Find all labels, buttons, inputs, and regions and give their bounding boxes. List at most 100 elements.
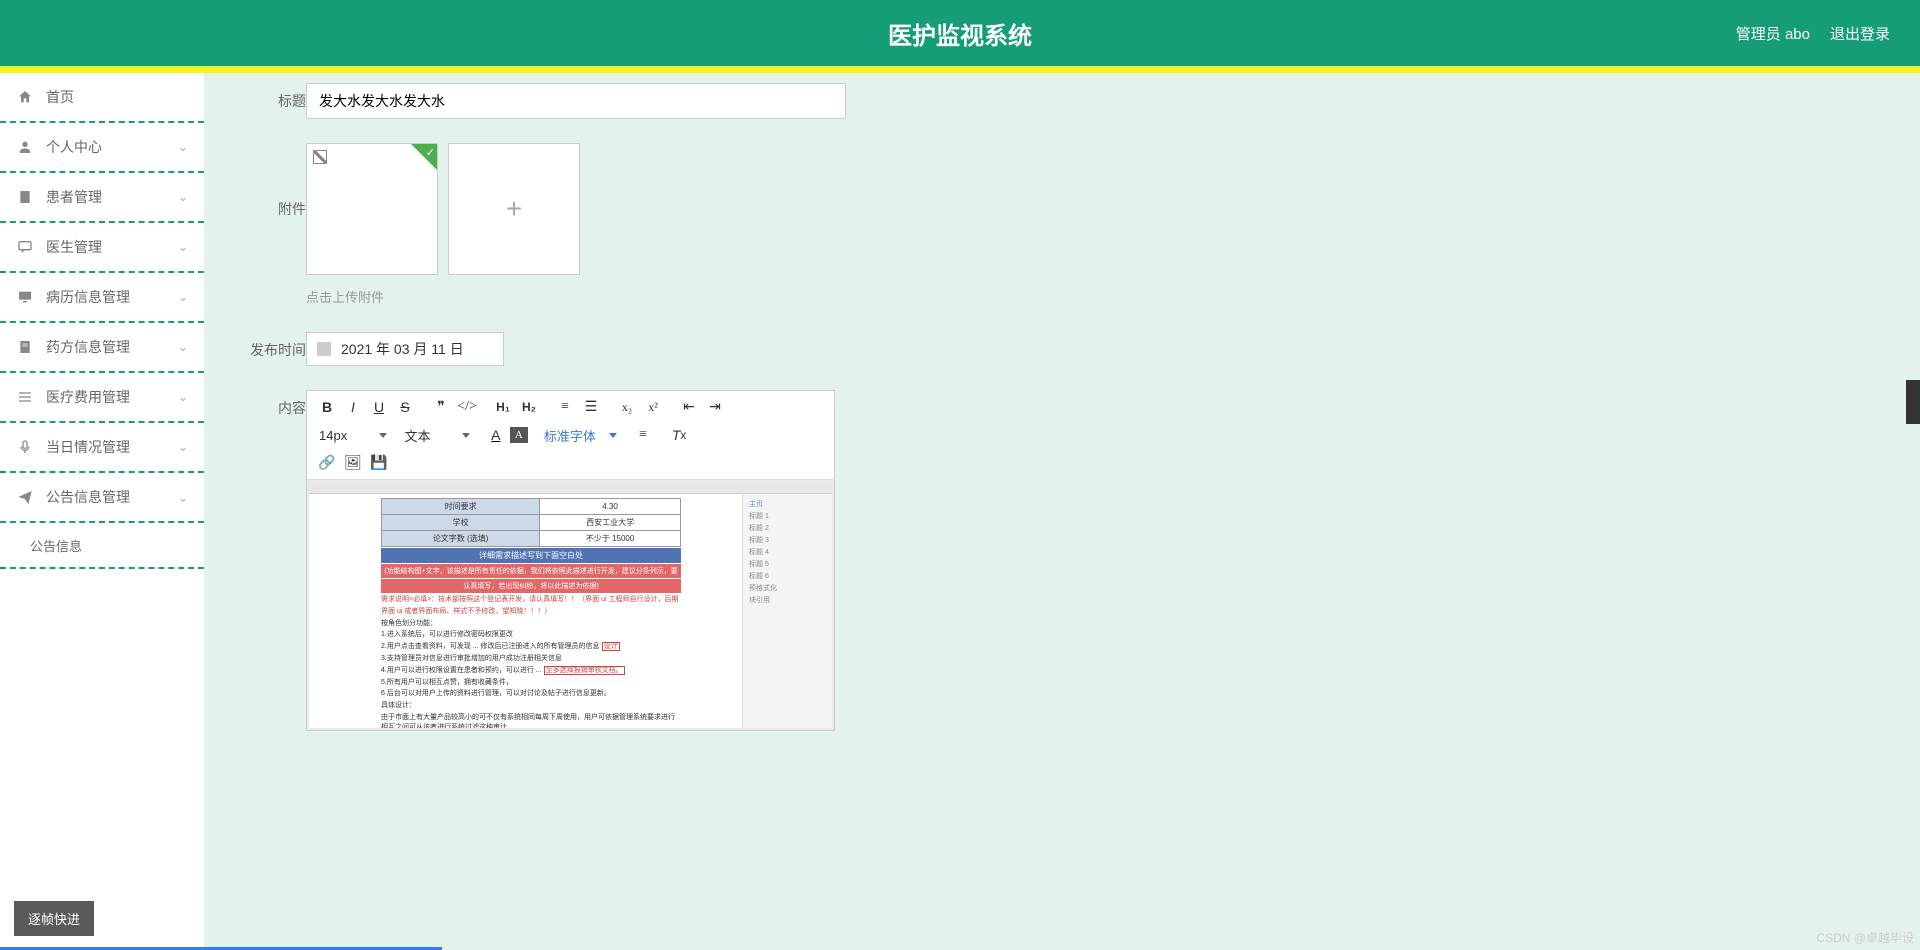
date-value: 2021 年 03 月 11 日: [341, 339, 464, 359]
nav-label: 当日情况管理: [46, 437, 178, 457]
font-family-select[interactable]: 标准字体: [540, 424, 619, 446]
italic-button[interactable]: I: [341, 395, 365, 419]
content-label: 内容: [244, 390, 306, 418]
editor-content[interactable]: 时间要求4.30 学校西安工业大学 论文字数 (选填)不少于 15000 详细需…: [307, 480, 834, 730]
doc-heading-red2: 认真填写，若出现纠纷，将以此描述为依据): [381, 579, 681, 593]
nav-label: 个人中心: [46, 137, 178, 157]
editor-toolbar: B I U S ❞ </> H₁ H₂ ≡ ☰ x₂ x²: [307, 391, 834, 480]
link-button[interactable]: 🔗: [315, 451, 339, 475]
subscript-button[interactable]: x₂: [615, 395, 639, 419]
attach-hint: 点击上传附件: [306, 287, 1880, 306]
unordered-list-button[interactable]: ☰: [579, 395, 603, 419]
font-size-select[interactable]: 14px: [315, 424, 389, 446]
logout-link[interactable]: 退出登录: [1830, 23, 1890, 44]
nav-label: 首页: [46, 87, 188, 107]
clear-format-button[interactable]: Tx: [667, 423, 691, 447]
nav-home[interactable]: 首页: [0, 73, 204, 123]
doc-bullet: 6.后台可以对用户上传的资料进行管理，可以对讨论及帖子进行信息更新。: [381, 689, 681, 699]
doc-table: 时间要求4.30 学校西安工业大学 论文字数 (选填)不少于 15000: [381, 498, 681, 547]
text-style-select[interactable]: 文本: [401, 424, 472, 446]
date-label: 发布时间: [244, 332, 306, 360]
doc-ruler: [309, 482, 832, 494]
form-row-content: 内容 B I U S ❞ </> H₁ H₂ ≡ ☰ x₂: [244, 390, 1880, 731]
sub-item-label: 公告信息: [30, 536, 82, 555]
superscript-button[interactable]: x²: [641, 395, 665, 419]
underline-button[interactable]: U: [367, 395, 391, 419]
feedback-tab[interactable]: [1906, 380, 1920, 424]
chevron-down-icon: ⌄: [178, 290, 188, 304]
check-icon: ✓: [426, 146, 435, 159]
doc-bullet: 3.支持管理员对信息进行审批增加的用户成功注册相关信息: [381, 654, 681, 664]
sub-announcement-info[interactable]: 公告信息: [0, 523, 204, 569]
nav-announcement[interactable]: 公告信息管理 ⌃: [0, 473, 204, 523]
frame-step-button[interactable]: 逐帧快进: [14, 901, 94, 936]
bg-color-button[interactable]: A: [510, 427, 528, 443]
admin-label[interactable]: 管理员 abo: [1736, 23, 1810, 44]
doc-bullet: 1.进入系统后，可以进行修改密码权限更改: [381, 630, 681, 640]
home-icon: [16, 88, 34, 106]
doc-para: 由于市面上有大量产品较高小的可不仅有系统相同每周下周使用，用户可依据管理系统要求…: [381, 713, 681, 728]
ordered-list-button[interactable]: ≡: [553, 395, 577, 419]
nav-doctor[interactable]: 医生管理 ⌄: [0, 223, 204, 273]
h2-button[interactable]: H₂: [517, 395, 541, 419]
doc-red-text2: 界面 ui 或者界面布局、样式不予修改，望知晓！！！）: [381, 607, 681, 617]
doc-heading-red: (功能结构图+文字，该描述是所有责任的依据，我们将依照此描述进行开发，建议分条列…: [381, 564, 681, 578]
title-input[interactable]: [306, 83, 846, 119]
sidebar: 首页 个人中心 ⌄ 患者管理 ⌄ 医生管理 ⌄ 病历信息管理 ⌄ 药方信息管理 …: [0, 73, 204, 950]
chevron-down-icon: ⌄: [178, 140, 188, 154]
chevron-up-icon: ⌃: [178, 490, 188, 504]
nav-fees[interactable]: 医疗费用管理 ⌄: [0, 373, 204, 423]
person-icon: [16, 138, 34, 156]
add-attachment-button[interactable]: +: [448, 143, 580, 275]
outdent-button[interactable]: ⇤: [677, 395, 701, 419]
monitor-icon: [16, 288, 34, 306]
watermark: CSDN @卓越毕设: [1816, 929, 1914, 946]
send-icon: [16, 488, 34, 506]
embedded-doc: 时间要求4.30 学校西安工业大学 论文字数 (选填)不少于 15000 详细需…: [309, 482, 832, 728]
h1-button[interactable]: H₁: [491, 395, 515, 419]
chevron-down-icon: ⌄: [178, 390, 188, 404]
text-color-button[interactable]: A: [484, 423, 508, 447]
doc-heading: 按角色划分功能：: [381, 619, 681, 629]
main-content: 标题 附件 ✓ + 点击上传附件 发布时间 2021 年 03 月 11 日: [204, 73, 1920, 950]
nav-label: 医生管理: [46, 237, 178, 257]
nav-records[interactable]: 病历信息管理 ⌄: [0, 273, 204, 323]
nav-label: 药方信息管理: [46, 337, 178, 357]
nav-label: 病历信息管理: [46, 287, 178, 307]
code-button[interactable]: </>: [455, 395, 479, 419]
strike-button[interactable]: S: [393, 395, 417, 419]
quote-button[interactable]: ❞: [429, 395, 453, 419]
indent-button[interactable]: ⇥: [703, 395, 727, 419]
doc-bullet: 5.所有用户可以相互点赞，拥有收藏条件，: [381, 678, 681, 688]
attach-label: 附件: [244, 143, 306, 219]
main-container: 首页 个人中心 ⌄ 患者管理 ⌄ 医生管理 ⌄ 病历信息管理 ⌄ 药方信息管理 …: [0, 73, 1920, 950]
doc-style-pane: 主页 标题 1 标题 2 标题 3 标题 4 标题 5 标题 6 预格式化 块引…: [742, 494, 832, 728]
form-row-attachment: 附件 ✓ +: [244, 143, 1880, 275]
list-icon: [16, 388, 34, 406]
doc-heading2: 具体设计：: [381, 701, 681, 711]
title-label: 标题: [244, 83, 306, 111]
attachment-area: ✓ +: [306, 143, 580, 275]
plus-icon: +: [506, 193, 522, 225]
file-icon: [16, 338, 34, 356]
form-row-date: 发布时间 2021 年 03 月 11 日: [244, 332, 1880, 366]
chevron-down-icon: ⌄: [178, 440, 188, 454]
app-header: 医护监视系统 管理员 abo 退出登录: [0, 0, 1920, 66]
bold-button[interactable]: B: [315, 395, 339, 419]
nav-label: 公告信息管理: [46, 487, 178, 507]
nav-label: 患者管理: [46, 187, 178, 207]
nav-profile[interactable]: 个人中心 ⌄: [0, 123, 204, 173]
nav-patient[interactable]: 患者管理 ⌄: [0, 173, 204, 223]
chat-icon: [16, 238, 34, 256]
image-button[interactable]: 🖼: [341, 451, 365, 475]
nav-daily[interactable]: 当日情况管理 ⌄: [0, 423, 204, 473]
date-input[interactable]: 2021 年 03 月 11 日: [306, 332, 504, 366]
align-button[interactable]: ≡: [631, 423, 655, 447]
mic-icon: [16, 438, 34, 456]
doc-heading-blue: 详细需求描述写到下面空白处: [381, 548, 681, 563]
attachment-thumbnail[interactable]: ✓: [306, 143, 438, 275]
nav-prescription[interactable]: 药方信息管理 ⌄: [0, 323, 204, 373]
chevron-down-icon: ⌄: [178, 240, 188, 254]
form-row-title: 标题: [244, 83, 1880, 119]
save-button[interactable]: 💾: [367, 451, 391, 475]
